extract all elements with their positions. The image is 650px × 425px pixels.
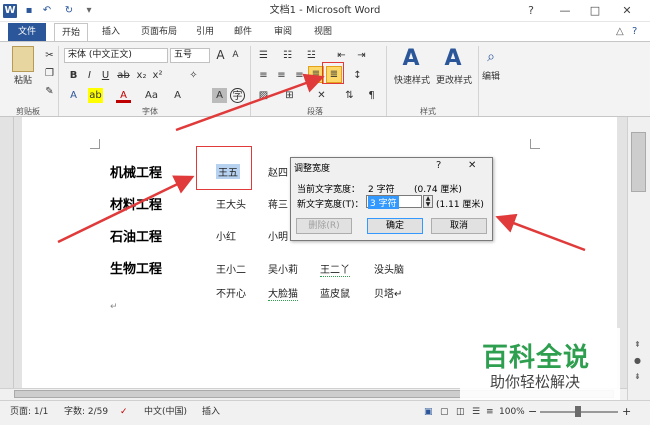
zoom-level[interactable]: 100% (499, 405, 525, 419)
current-width-label: 当前文字宽度： (297, 185, 361, 195)
dialog-help-button[interactable]: ? (436, 160, 441, 171)
vertical-scroll-thumb[interactable] (631, 132, 646, 192)
zoom-slider-thumb[interactable] (575, 406, 581, 417)
web-layout-icon[interactable]: ◫ (456, 405, 465, 419)
page-count[interactable]: 页面: 1/1 (10, 405, 48, 419)
prev-page-icon[interactable]: ⇞ (634, 340, 641, 349)
proofing-icon[interactable]: ✓ (120, 405, 128, 419)
dialog-title: 调整宽度 (294, 164, 331, 174)
arrow-to-name (57, 175, 195, 244)
insert-mode[interactable]: 插入 (202, 405, 220, 419)
current-width-cm: (0.74 厘米) (414, 185, 462, 195)
dialog-close-button[interactable]: ✕ (468, 160, 476, 171)
zoom-out-button[interactable]: − (528, 405, 537, 419)
word-count[interactable]: 字数: 2/59 (64, 405, 108, 419)
new-width-label: 新文字宽度(T)： (297, 200, 364, 210)
current-width-value: 2 字符 (368, 185, 395, 195)
watermark-subtitle: 助你轻松解决 (490, 373, 581, 391)
zoom-in-button[interactable]: + (622, 405, 631, 419)
width-spinner-icon[interactable]: ▲ ▼ (423, 195, 433, 208)
next-page-icon[interactable]: ⇟ (634, 372, 641, 381)
new-width-value[interactable]: 3 字符 (368, 196, 399, 209)
full-screen-icon[interactable]: ▢ (440, 405, 449, 419)
arrow-to-distribute-button (175, 73, 325, 132)
draft-icon[interactable]: ≡ (486, 405, 494, 419)
arrow-to-width-field (495, 213, 586, 252)
print-layout-icon[interactable]: ▣ (424, 405, 433, 419)
outline-icon[interactable]: ☰ (472, 405, 480, 419)
browse-object-icon[interactable]: ● (634, 356, 641, 365)
watermark-title: 百科全说 (482, 343, 591, 373)
language-indicator[interactable]: 中文(中国) (144, 405, 187, 419)
ok-button[interactable]: 确定 (367, 218, 423, 234)
delete-button[interactable]: 删除(R) (296, 218, 352, 234)
cancel-button[interactable]: 取消 (431, 218, 487, 234)
new-width-cm: (1.11 厘米) (436, 200, 484, 210)
